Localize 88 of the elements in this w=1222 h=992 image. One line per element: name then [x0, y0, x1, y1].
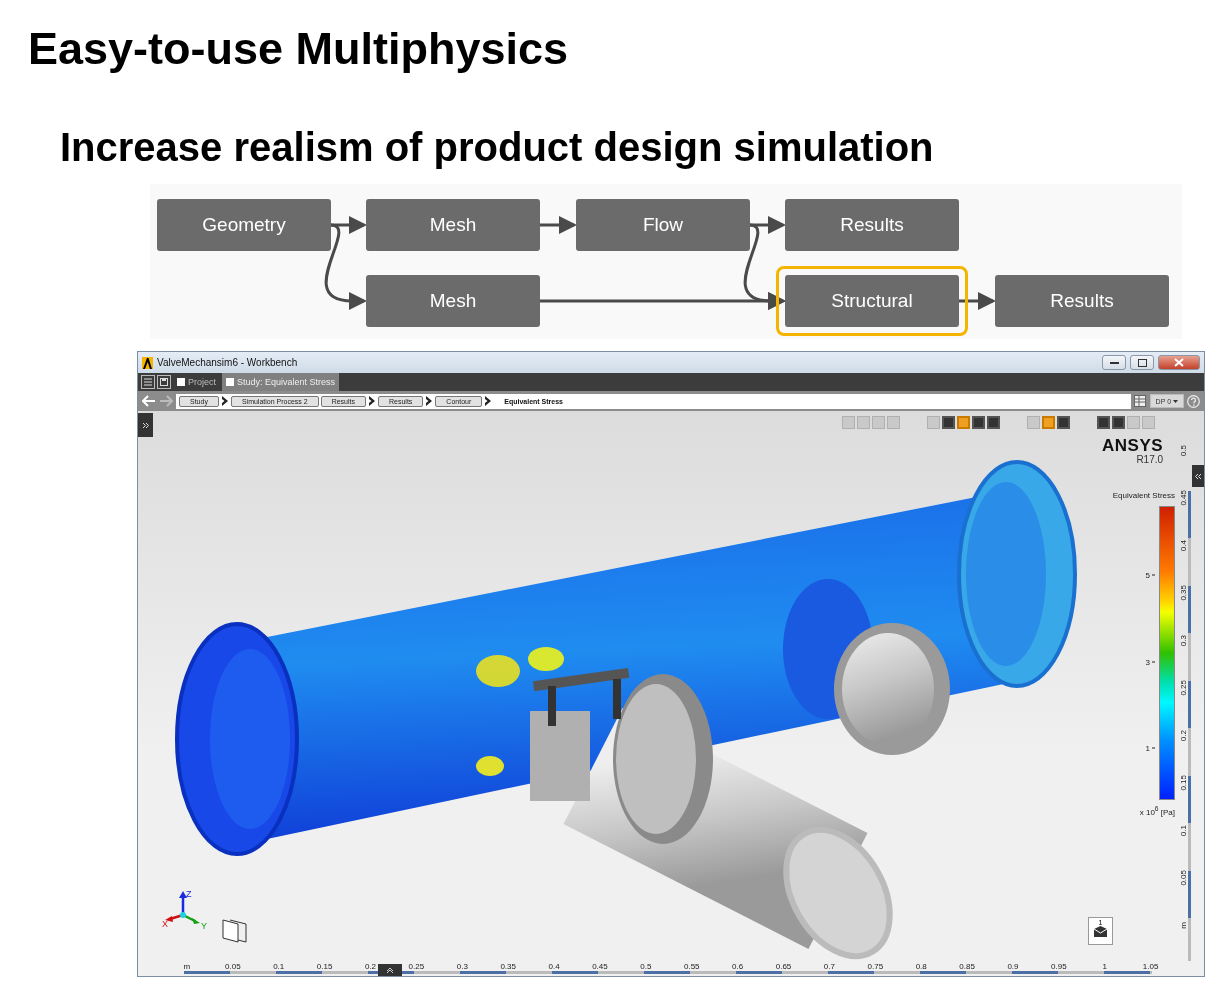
ruler-label: 0.25	[408, 962, 425, 973]
minimize-icon	[1109, 361, 1119, 364]
ruler-label: 0.7	[823, 962, 835, 973]
toolbar-button[interactable]	[957, 416, 970, 429]
double-chevron-icon	[386, 967, 394, 973]
ruler-label: 0.3	[1179, 635, 1188, 647]
toolbar-button[interactable]	[1057, 416, 1070, 429]
ruler-label: 0.45	[592, 962, 608, 973]
legend-unit: x 10$^{6}$ [Pa]	[1139, 805, 1175, 817]
envelope-icon	[1094, 926, 1107, 937]
menu-icon	[144, 378, 152, 386]
toolbar-button[interactable]	[1112, 416, 1125, 429]
forward-arrow-icon[interactable]	[159, 395, 173, 407]
ruler-label: 0.75	[867, 962, 884, 973]
legend-tick: 3	[1145, 657, 1155, 667]
ruler-label: 0.5	[640, 962, 652, 973]
expand-panel-button[interactable]	[138, 413, 153, 437]
minimize-button[interactable]	[1102, 355, 1126, 370]
close-icon	[1174, 358, 1184, 367]
ruler-label: 0.05	[1179, 870, 1188, 887]
ruler-label: 0.25	[1179, 680, 1188, 697]
legend-tick: 5	[1145, 570, 1155, 580]
legend-title: Equivalent Stress	[1112, 491, 1175, 500]
legend-tick: 1	[1145, 743, 1155, 753]
ruler-label: 0.4	[1179, 540, 1188, 552]
slide-title: Easy-to-use Multiphysics	[28, 24, 570, 74]
ruler-label: 0.95	[1051, 962, 1067, 973]
help-icon[interactable]	[1187, 394, 1200, 408]
ruler-label: 0.15	[316, 962, 333, 973]
save-button[interactable]	[157, 375, 171, 389]
ruler-label: m	[1179, 922, 1188, 930]
ruler-label: 0.65	[775, 962, 792, 973]
workflow-step: Structural	[785, 275, 959, 327]
back-arrow-icon[interactable]	[142, 395, 156, 407]
ruler-label: 0.55	[683, 962, 700, 973]
toolbar-button[interactable]	[1042, 416, 1055, 429]
axis-label: X	[162, 919, 168, 929]
workflow-step: Geometry	[157, 199, 331, 251]
workflow-step: Results	[995, 275, 1169, 327]
collapse-panel-button[interactable]	[1192, 465, 1204, 487]
ruler-label: 0.15	[1179, 775, 1188, 792]
ruler-label: 0.1	[1179, 825, 1188, 837]
close-button[interactable]	[1158, 355, 1200, 370]
ruler-label: m	[183, 962, 191, 973]
ruler-label: 0.05	[225, 962, 241, 973]
view-planes-icon[interactable]	[222, 919, 247, 943]
expand-bottom-button[interactable]	[378, 964, 402, 976]
tab[interactable]: Study: Equivalent Stress	[222, 373, 340, 391]
ruler-label: 0.3	[456, 962, 468, 973]
ruler-label: 0.2	[1179, 730, 1188, 742]
double-chevron-icon	[1194, 472, 1202, 480]
workflow-step: Mesh	[366, 275, 540, 327]
ruler-label: 0.4	[548, 962, 560, 973]
connector-arrow	[540, 216, 577, 234]
workflow-step: Flow	[576, 199, 750, 251]
ruler-label: 1	[1102, 962, 1107, 973]
maximize-icon	[1137, 358, 1147, 367]
menu-button[interactable]	[141, 375, 155, 389]
app-logo-icon	[142, 356, 153, 369]
ruler-label: 0.45	[1179, 490, 1188, 507]
workflow-step: Mesh	[366, 199, 540, 251]
window-title: ValveMechansim6 - Workbench	[157, 357, 299, 368]
ruler-label: 0.2	[364, 962, 377, 973]
connector-arrow	[959, 292, 996, 310]
logo-text: ANSYS	[1102, 437, 1164, 454]
maximize-button[interactable]	[1130, 355, 1154, 370]
axis-label: Y	[201, 921, 207, 929]
ruler-label: 0.35	[500, 962, 516, 973]
ruler-label: 0.85	[959, 962, 975, 973]
ruler-label: 0.35	[1179, 585, 1188, 602]
save-icon	[160, 378, 168, 386]
version-label: R17.0	[1136, 454, 1164, 465]
ruler-label: 0.9	[1007, 962, 1019, 973]
toolbar-button[interactable]	[987, 416, 1000, 429]
caret-icon	[1173, 399, 1178, 403]
ruler-label: 0.6	[732, 962, 744, 973]
toolbar-button[interactable]	[942, 416, 955, 429]
workflow-step: Results	[785, 199, 959, 251]
ruler-label: 0.1	[273, 962, 285, 973]
slide-subtitle: Increase realism of product design simulation	[60, 124, 935, 170]
axis-label: Z	[186, 889, 192, 899]
toolbar-button[interactable]	[972, 416, 985, 429]
table-edit-icon[interactable]	[1133, 395, 1147, 407]
ruler-label: 1.05	[1142, 962, 1159, 973]
toolbar-button[interactable]	[1097, 416, 1110, 429]
ruler-label: 0.5	[1179, 445, 1188, 457]
double-chevron-icon	[142, 421, 149, 429]
ruler-label: 0.8	[915, 962, 927, 973]
